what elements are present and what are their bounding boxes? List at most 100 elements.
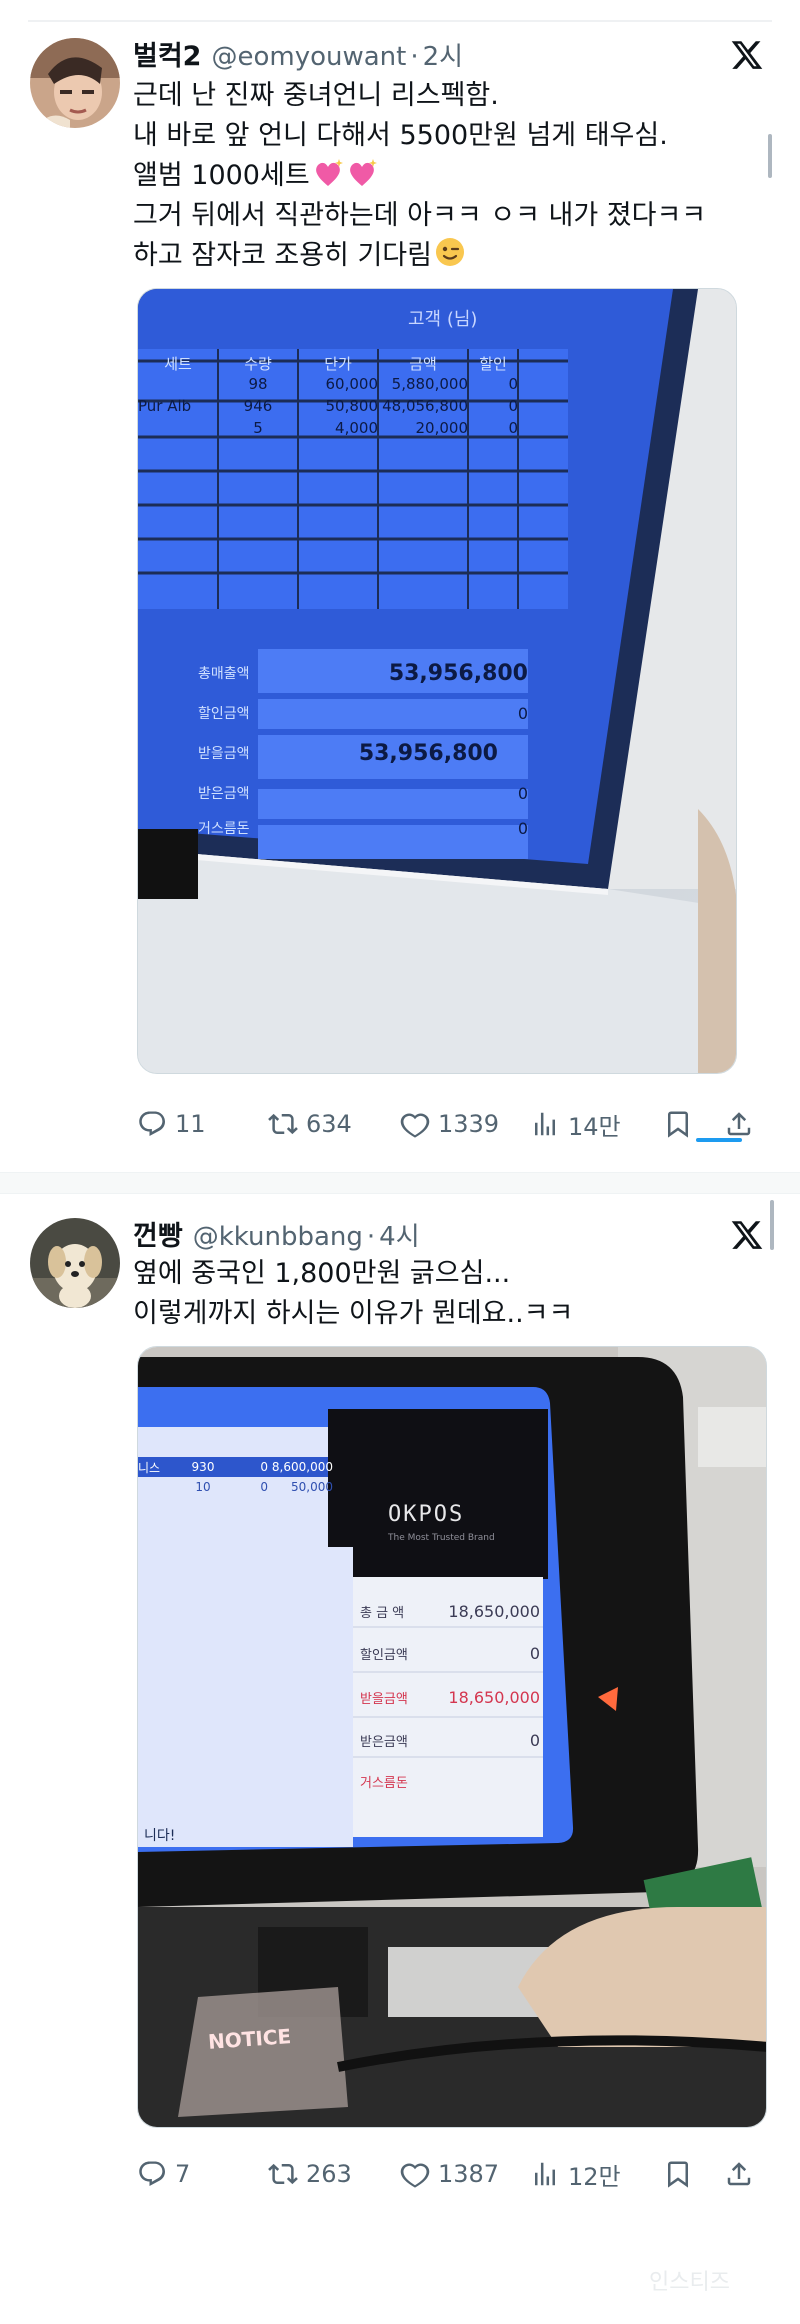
total-label: 총 금 액 <box>360 1605 405 1621</box>
tweet-divider <box>0 1172 800 1194</box>
sparkling-hearts-icon <box>349 159 377 186</box>
tweet-text: 옆에 중국인 1,800만원 긁으심... 이렇게까지 하시는 이유가 뭔데요.… <box>133 1254 753 1334</box>
separator-dot: · <box>366 1222 376 1252</box>
table-cell: 48,056,800 <box>382 397 468 415</box>
views-button[interactable]: 12만 <box>530 2157 621 2192</box>
timestamp[interactable]: 2시 <box>423 36 463 73</box>
okpos-tagline: The Most Trusted Brand <box>388 1533 495 1543</box>
tweet-line: 옆에 중국인 1,800만원 긁으심... <box>133 1258 511 1289</box>
reply-icon <box>139 1111 165 1136</box>
pos-totals: 총매출액 53,956,800 할인금액 0 받을금액 53,956,800 받… <box>198 651 528 845</box>
table-cell: 10 <box>195 1480 211 1494</box>
like-button[interactable]: 1339 <box>400 1109 499 1139</box>
table-cell: 5 <box>253 419 263 437</box>
total-row: 거스름돈 <box>360 1761 540 1801</box>
total-label: 총매출액 <box>198 666 250 682</box>
views-button[interactable]: 14만 <box>530 1107 621 1142</box>
table-cell: 0 <box>508 397 518 415</box>
tweet-header: 벌컥2 @eomyouwant · 2시 <box>133 34 463 74</box>
avatar[interactable] <box>30 1218 120 1308</box>
pos-item-list: 니스 930 0 8,600,000 10 0 50,000 <box>138 1457 333 1497</box>
total-label: 받을금액 <box>360 1691 408 1707</box>
total-row: 거스름돈 0 <box>198 811 528 845</box>
table-row: 10 0 50,000 <box>138 1477 333 1497</box>
tweet-text: 근데 난 진짜 중녀언니 리스펙함. 내 바로 앞 언니 다해서 5500만원 … <box>133 76 753 276</box>
tweet-header: 껀빵 @kkunbbang · 4시 <box>133 1214 420 1254</box>
views-chart-icon <box>535 1112 555 1136</box>
column-header: 수량 <box>244 355 272 373</box>
sparkling-hearts-icon <box>315 159 343 186</box>
pos-totals: 총 금 액 18,650,000 할인금액 0 받을금액 18,650,000 … <box>360 1591 540 1801</box>
handle[interactable]: @eomyouwant <box>211 42 406 72</box>
table-cell: 20,000 <box>415 419 469 437</box>
scrollbar[interactable] <box>768 134 772 178</box>
table-cell: 8,600,000 <box>271 1460 333 1474</box>
total-value: 0 <box>529 1730 540 1750</box>
display-name[interactable]: 껀빵 <box>133 1214 183 1253</box>
tweet-actions: 11 634 1339 14만 <box>137 1104 757 1144</box>
table-row: 니스 930 0 8,600,000 <box>138 1457 333 1477</box>
scrollbar[interactable] <box>770 1200 774 1250</box>
tweet-photo[interactable]: 고객 (님) 세트 수량 단가 금액 할인 98 60,000 5,880,00… <box>137 288 737 1074</box>
like-count: 1387 <box>438 2160 500 2188</box>
tweet-1[interactable]: 벌컥2 @eomyouwant · 2시 근데 난 진짜 중녀언니 리스펙함. … <box>0 0 800 1172</box>
total-row: 총 금 액 18,650,000 <box>360 1591 540 1631</box>
total-row: 받을금액 18,650,000 <box>360 1675 540 1719</box>
table-cell: 4,000 <box>335 419 378 437</box>
total-label: 받은금액 <box>360 1734 408 1750</box>
bookmark-button[interactable] <box>663 2159 693 2189</box>
table-cell: Pur Alb <box>138 397 192 415</box>
retweet-button[interactable]: 634 <box>268 1109 352 1139</box>
total-label: 거스름돈 <box>360 1775 408 1791</box>
table-cell: 니스 <box>138 1460 161 1475</box>
watermark: 인스티즈 <box>649 2270 730 2295</box>
share-button[interactable] <box>724 1109 754 1139</box>
avatar-image <box>30 1218 120 1308</box>
share-button[interactable] <box>724 2159 754 2189</box>
total-value: 53,956,800 <box>358 740 498 766</box>
views-count: 12만 <box>568 2162 621 2191</box>
share-icon <box>727 2162 751 2186</box>
total-label: 할인금액 <box>360 1647 408 1663</box>
total-value: 0 <box>517 818 528 838</box>
tweet-actions: 7 263 1387 12만 <box>137 2154 757 2194</box>
tweet-line: 이렇게까지 하시는 이유가 뭔데요..ㅋㅋ <box>133 1298 574 1329</box>
reply-icon <box>139 2161 165 2186</box>
timestamp[interactable]: 4시 <box>379 1216 419 1253</box>
handle[interactable]: @kkunbbang <box>193 1222 363 1252</box>
separator-dot: · <box>410 42 419 72</box>
table-cell <box>138 419 218 441</box>
pos-table-header: 세트 수량 단가 금액 할인 <box>138 353 568 374</box>
retweet-button[interactable]: 263 <box>268 2159 352 2189</box>
customer-label: 고객 (님) <box>408 309 478 330</box>
tweet-line: 하고 잠자코 조용히 기다림 <box>133 240 432 271</box>
total-value: 0 <box>529 1643 540 1663</box>
retweet-icon <box>268 1113 298 1135</box>
reply-count: 7 <box>175 2160 191 2188</box>
total-label: 할인금액 <box>198 706 250 722</box>
bookmark-button[interactable] <box>663 1109 693 1139</box>
table-cell: 946 <box>243 397 273 415</box>
tweet-2[interactable]: 껀빵 @kkunbbang · 4시 옆에 중국인 1,800만원 긁으심...… <box>0 1194 800 2191</box>
heart-icon <box>400 2163 430 2188</box>
column-header: 세트 <box>164 355 192 373</box>
x-logo-icon[interactable] <box>730 1218 764 1252</box>
reply-button[interactable]: 7 <box>137 2159 190 2189</box>
total-row: 받은금액 0 <box>198 775 528 811</box>
tweet-line: 내 바로 앞 언니 다해서 5500만원 넘게 태우심. <box>133 120 668 151</box>
reply-button[interactable]: 11 <box>137 1109 206 1139</box>
display-name[interactable]: 벌컥2 <box>133 34 201 73</box>
column-header: 할인 <box>479 355 507 373</box>
x-logo-icon[interactable] <box>730 38 764 72</box>
reply-count: 11 <box>175 1110 206 1138</box>
table-cell: 0 <box>260 1480 268 1494</box>
avatar[interactable] <box>30 38 120 128</box>
views-chart-icon <box>535 2162 555 2186</box>
total-label: 거스름돈 <box>198 821 250 837</box>
table-cell <box>138 375 218 397</box>
like-button[interactable]: 1387 <box>400 2159 499 2189</box>
table-cell: 0 <box>508 375 518 393</box>
table-cell: 50,000 <box>291 1480 333 1494</box>
avatar-image <box>30 38 120 128</box>
tweet-photo[interactable]: 니스 930 0 8,600,000 10 0 50,000 OKPOS The… <box>137 1346 767 2128</box>
